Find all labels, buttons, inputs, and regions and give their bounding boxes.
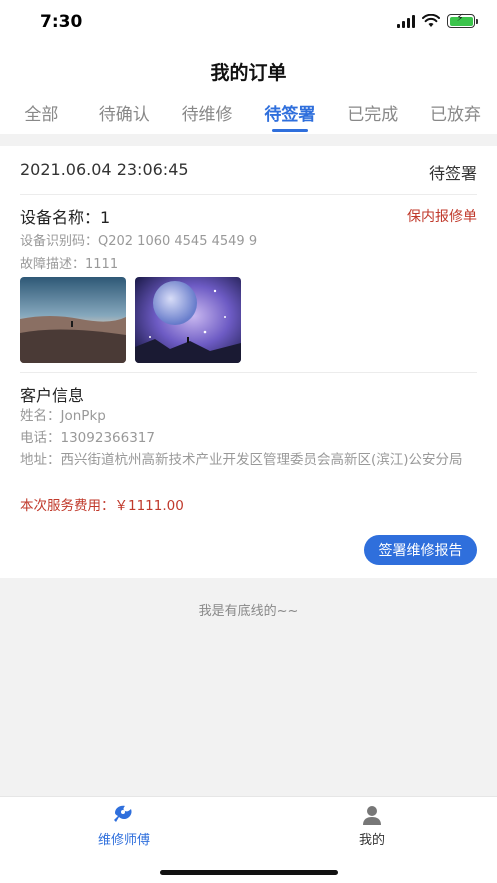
divider — [20, 372, 477, 373]
order-card[interactable]: 2021.06.04 23:06:45 待签署 设备名称：1 保内报修单 设备识… — [0, 146, 497, 578]
tab-pending-sign[interactable]: 待签署 — [248, 96, 331, 134]
tabbar-item-mine[interactable]: 我的 — [248, 803, 496, 848]
page-title: 我的订单 — [210, 62, 287, 84]
tab-all[interactable]: 全部 — [0, 96, 83, 134]
fault-description: 故障描述：1111 — [20, 257, 119, 272]
device-id: 设备识别码：Q202 1060 4545 4549 9 — [20, 234, 258, 249]
tab-pending-repair[interactable]: 待维修 — [166, 96, 249, 134]
fault-photo-1[interactable] — [20, 277, 126, 363]
customer-phone: 电话：13092366317 — [20, 430, 155, 446]
order-type-badge: 保内报修单 — [407, 209, 477, 225]
divider — [20, 194, 477, 195]
signal-icon — [397, 14, 415, 28]
tab-abandoned[interactable]: 已放弃 — [414, 96, 497, 134]
device-row: 设备名称：1 保内报修单 — [20, 204, 477, 228]
battery-icon — [447, 13, 478, 28]
home-indicator — [160, 870, 338, 875]
sign-repair-report-button[interactable]: 签署维修报告 — [364, 535, 477, 565]
status-bar: 7:30 — [0, 0, 497, 46]
customer-info-title: 客户信息 — [20, 386, 85, 405]
fault-photo-2[interactable] — [135, 277, 241, 363]
status-icons — [397, 13, 478, 28]
order-header: 2021.06.04 23:06:45 待签署 — [20, 160, 477, 184]
device-name: 设备名称：1 — [20, 208, 111, 227]
tabbar-label-mine: 我的 — [358, 833, 385, 848]
bottom-tab-bar: 维修师傅 我的 — [0, 796, 497, 883]
wrench-logo-icon — [114, 805, 132, 822]
tabbar-label-technician: 维修师傅 — [97, 833, 150, 848]
order-status-tabs: 全部 待确认 待维修 待签署 已完成 已放弃 — [0, 96, 497, 134]
status-time: 7:30 — [40, 12, 83, 32]
list-end-text: 我是有底线的~~ — [198, 604, 299, 619]
customer-address: 地址：西兴街道杭州高新技术产业开发区管理委员会高新区(滨江)公安分局 — [20, 452, 463, 468]
section-divider — [0, 134, 497, 146]
list-footer: 我是有底线的~~ — [0, 578, 497, 796]
service-fee: 本次服务费用：￥1111.00 — [20, 498, 184, 514]
tab-completed[interactable]: 已完成 — [331, 96, 414, 134]
tab-pending-confirm[interactable]: 待确认 — [83, 96, 166, 134]
wifi-icon — [422, 14, 440, 27]
order-datetime: 2021.06.04 23:06:45 — [20, 160, 189, 179]
order-status: 待签署 — [428, 164, 477, 183]
customer-name: 姓名：JonPkp — [20, 408, 106, 424]
user-icon — [363, 806, 381, 825]
tabbar-item-technician[interactable]: 维修师傅 — [0, 803, 248, 848]
